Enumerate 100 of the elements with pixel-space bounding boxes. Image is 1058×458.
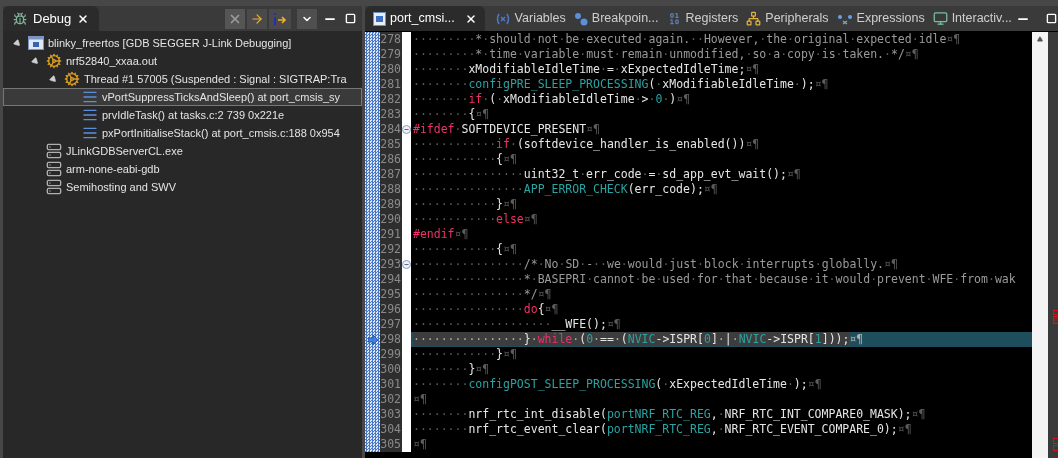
server-icon <box>46 143 62 159</box>
view-tab[interactable]: Variables <box>490 6 570 31</box>
line-number: 288 <box>380 182 402 197</box>
view-menu-button[interactable] <box>297 8 317 29</box>
ruler-cell <box>365 197 380 212</box>
code-line: ············}¤¶ <box>412 347 518 362</box>
ruler-cell <box>365 62 380 77</box>
line-number: 284 <box>380 122 402 137</box>
tree-item[interactable]: Thread #1 57005 (Suspended : Signal : SIGTRAP:Tra <box>3 70 362 88</box>
ruler-cell <box>365 317 380 332</box>
line-number: 292 <box>380 242 402 257</box>
line-number: 297 <box>380 317 402 332</box>
tree-item[interactable]: pxPortInitialiseStack() at port_cmsis.c:188 0x954 <box>3 124 362 142</box>
ruler-cell <box>365 257 380 272</box>
view-tab[interactable]: Expressions <box>832 6 929 31</box>
fold-collapse-icon[interactable] <box>402 125 411 134</box>
gear-icon <box>64 71 80 87</box>
step-over-button[interactable] <box>247 8 267 29</box>
ruler-cell <box>365 287 380 302</box>
gear-icon <box>46 53 62 69</box>
view-tab[interactable]: port_cmsi... <box>365 6 485 31</box>
line-number: 282 <box>380 92 402 107</box>
code-line: ················uint32_t·err_code·=·sd_app_evt_wait();¤¶ <box>412 167 802 182</box>
view-tab[interactable]: Registers <box>662 6 743 31</box>
line-number: 287 <box>380 167 402 182</box>
expanded-triangle-icon[interactable] <box>48 74 58 84</box>
line-number: 293 <box>380 257 402 272</box>
code-line: #endif¤¶ <box>412 227 470 242</box>
maximize-icon[interactable] <box>345 13 356 24</box>
ruler-cell <box>365 392 380 407</box>
line-number: 294 <box>380 272 402 287</box>
stack-frame-icon <box>82 89 98 105</box>
line-number: 285 <box>380 137 402 152</box>
code-line: ¤¶ <box>412 392 428 407</box>
code-line: ················do{¤¶ <box>412 302 560 317</box>
code-line: ················/*·No·SD·-··we·would·just·block·interrupts·globally.¤¶ <box>412 257 899 272</box>
ruler-cell <box>365 32 380 47</box>
vertical-scrollbar[interactable] <box>1031 32 1048 458</box>
ruler-cell <box>365 302 380 317</box>
ruler-cell <box>365 137 380 152</box>
scroll-up-icon[interactable] <box>1036 36 1043 42</box>
code-line: ················APP_ERROR_CHECK(err_code);¤¶ <box>412 182 719 197</box>
tree-item[interactable]: Semihosting and SWV <box>3 178 362 196</box>
code-line: ············else¤¶ <box>412 212 539 227</box>
console-icon <box>932 11 948 26</box>
instruction-stepping-button[interactable] <box>269 8 291 29</box>
ruler-cell <box>365 182 380 197</box>
debug-tab[interactable]: Debug <box>3 6 100 31</box>
fold-collapse-icon[interactable] <box>402 260 411 269</box>
remove-terminated-button[interactable] <box>225 8 245 29</box>
ruler-cell <box>365 407 380 422</box>
line-number: 291 <box>380 227 402 242</box>
code-line: #ifdef·SOFTDEVICE_PRESENT¤¶ <box>412 122 601 137</box>
view-tab[interactable]: Peripherals <box>742 6 833 31</box>
tree-item-label: nrf52840_xxaa.out <box>66 53 158 69</box>
tree-item[interactable]: blinky_freertos [GDB SEGGER J-Link Debugging] <box>3 34 362 52</box>
code-line: ········if·(·xModifiableIdleTime·>·0·)¤¶ <box>412 92 692 107</box>
code-line: ········xModifiableIdleTime·=·xExpectedIdleTime;¤¶ <box>412 62 761 77</box>
line-number: 303 <box>380 407 402 422</box>
view-tab[interactable]: Interactiv... <box>928 6 1016 31</box>
tree-item[interactable]: vPortSuppressTicksAndSleep() at port_cmsis_sy <box>3 88 362 106</box>
line-number: 299 <box>380 347 402 362</box>
tree-item[interactable]: arm-none-eabi-gdb <box>3 160 362 178</box>
ruler-cell <box>365 377 380 392</box>
tree-item[interactable]: prvIdleTask() at tasks.c:2 739 0x221e <box>3 106 362 124</box>
maximize-icon[interactable] <box>1045 13 1057 24</box>
line-number: 305 <box>380 437 402 452</box>
tree-item[interactable]: JLinkGDBServerCL.exe <box>3 142 362 160</box>
code-line: ················*·BASEPRI·cannot·be·used·for·that·because·it·would·prevent·WFE·from·wak <box>412 272 1017 287</box>
code-line: ············{¤¶ <box>412 242 518 257</box>
code-line: ········{¤¶ <box>412 107 491 122</box>
expressions-icon <box>836 12 853 25</box>
line-number: 283 <box>380 107 402 122</box>
line-number: 289 <box>380 197 402 212</box>
ruler-cell <box>365 77 380 92</box>
ruler-cell <box>365 152 380 167</box>
tree-item-label: vPortSuppressTicksAndSleep() at port_cmsis_sy <box>102 89 340 105</box>
line-number: 278 <box>380 32 402 47</box>
server-icon <box>46 179 62 195</box>
bug-icon <box>13 11 27 26</box>
close-icon[interactable] <box>77 12 90 25</box>
network-icon <box>746 11 762 26</box>
tree-item-label: Semihosting and SWV <box>66 179 177 195</box>
expanded-triangle-icon[interactable] <box>30 56 40 66</box>
ruler-cell <box>365 92 380 107</box>
code-line: ················*/¤¶ <box>412 287 553 302</box>
close-icon[interactable] <box>464 12 477 25</box>
line-number: 300 <box>380 362 402 377</box>
ruler-cell <box>365 272 380 287</box>
line-number: 281 <box>380 77 402 92</box>
code-line: ·········*·time·variable·must·remain·unmodified,·so·a·copy·is·taken.·*/¤¶ <box>412 47 920 62</box>
expanded-triangle-icon[interactable] <box>12 38 22 48</box>
code-line: ········configPRE_SLEEP_PROCESSING(·xModifiableIdleTime·);¤¶ <box>412 77 830 92</box>
tree-item[interactable]: nrf52840_xxaa.out <box>3 52 362 70</box>
ruler-cell <box>365 227 380 242</box>
code-line: ········}¤¶ <box>412 362 491 377</box>
view-tab[interactable]: Breakpoin... <box>569 6 663 31</box>
variables-icon <box>494 12 511 25</box>
tree-item-label: blinky_freertos [GDB SEGGER J-Link Debugging] <box>48 35 292 51</box>
ruler-cell <box>365 212 380 227</box>
